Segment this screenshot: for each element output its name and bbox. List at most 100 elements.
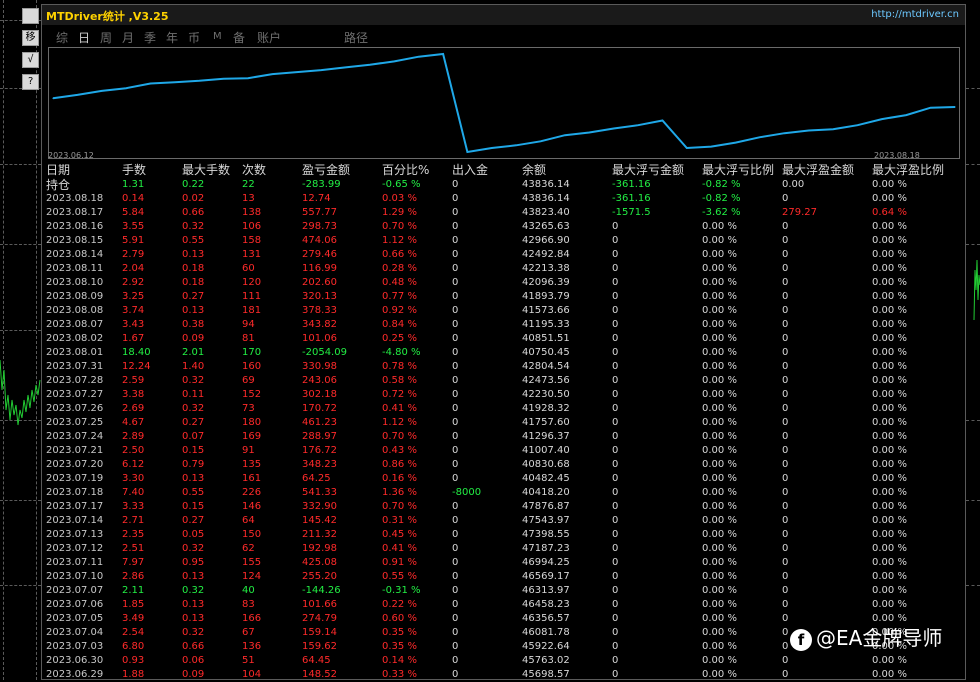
profit-loss-cell: -283.99 [302, 179, 341, 190]
profit-loss-cell: 116.99 [302, 263, 337, 274]
deposit-withdraw-cell: 0 [452, 501, 459, 512]
deposit-withdraw-cell: 0 [452, 431, 459, 442]
max-lots-cell: 0.32 [182, 403, 205, 414]
max-float-loss-cell: 0 [612, 361, 619, 372]
column-header[interactable]: 出入金 [452, 162, 488, 178]
column-header[interactable]: 最大浮亏比例 [702, 162, 774, 178]
lots-cell: 2.59 [122, 375, 145, 386]
column-header[interactable]: 余额 [522, 162, 546, 178]
count-cell: 83 [242, 599, 255, 610]
max-float-loss-pct-cell: 0.00 % [702, 459, 737, 470]
lots-cell: 2.92 [122, 277, 145, 288]
equity-point [588, 131, 590, 134]
profit-loss-cell: 211.32 [302, 529, 337, 540]
count-cell: 60 [242, 263, 255, 274]
tab-overview[interactable]: 综 [56, 29, 68, 46]
column-header[interactable]: 盈亏金额 [302, 162, 350, 178]
period-tabs: 综 日 周 月 季 年 币 M 备 账户 路径 [42, 27, 965, 47]
date-cell: 2023.06.30 [46, 655, 104, 666]
max-float-gain-cell: 0 [782, 347, 789, 358]
deposit-withdraw-cell: 0 [452, 221, 459, 232]
tab-currency[interactable]: 币 [188, 29, 200, 46]
column-header[interactable]: 日期 [46, 162, 70, 178]
equity-point [686, 147, 688, 149]
max-lots-cell: 0.95 [182, 557, 205, 568]
max-float-loss-cell: -1571.5 [612, 207, 651, 218]
tab-path[interactable]: 路径 [344, 29, 368, 46]
help-button[interactable]: ? [22, 74, 39, 90]
deposit-withdraw-cell: 0 [452, 179, 459, 190]
percent-cell: 0.41 % [382, 403, 417, 414]
profit-loss-cell: 101.06 [302, 333, 337, 344]
date-cell: 2023.07.04 [46, 627, 104, 638]
move-button[interactable]: 移 [22, 30, 39, 46]
profit-loss-cell: 348.23 [302, 459, 337, 470]
count-cell: 73 [242, 403, 255, 414]
tab-monthly[interactable]: 月 [122, 29, 134, 46]
date-cell: 2023.07.10 [46, 571, 104, 582]
column-header[interactable]: 手数 [122, 162, 146, 178]
column-header[interactable]: 最大浮亏金额 [612, 162, 684, 178]
max-float-loss-cell: 0 [612, 319, 619, 330]
max-float-loss-cell: 0 [612, 557, 619, 568]
column-header[interactable]: 最大浮盈金额 [782, 162, 854, 178]
max-float-loss-cell: 0 [612, 543, 619, 554]
percent-cell: 0.86 % [382, 459, 417, 470]
lots-cell: 2.71 [122, 515, 145, 526]
tab-daily[interactable]: 日 [78, 29, 90, 46]
tab-quarterly[interactable]: 季 [144, 29, 156, 46]
chart-side-toggle[interactable] [22, 8, 39, 24]
count-cell: 161 [242, 473, 262, 484]
max-lots-cell: 0.02 [182, 193, 205, 204]
equity-point [174, 81, 176, 83]
tab-yearly[interactable]: 年 [166, 29, 178, 46]
max-lots-cell: 2.01 [182, 347, 205, 358]
tab-notes[interactable]: 备 [233, 29, 245, 46]
tab-account[interactable]: 账户 [257, 29, 281, 46]
column-header[interactable]: 次数 [242, 162, 266, 178]
watermark-text: @EA金牌导师 [816, 626, 943, 650]
date-cell: 2023.08.11 [46, 263, 104, 274]
percent-cell: 0.16 % [382, 473, 417, 484]
max-float-gain-cell: 0 [782, 221, 789, 232]
max-float-loss-pct-cell: 0.00 % [702, 389, 737, 400]
percent-cell: -0.31 % [382, 585, 421, 596]
column-header[interactable]: 最大浮盈比例 [872, 162, 944, 178]
equity-point [759, 136, 761, 138]
max-float-gain-cell: 0.00 [782, 179, 805, 190]
max-float-gain-pct-cell: 0.00 % [872, 263, 907, 274]
date-cell: 2023.08.01 [46, 347, 104, 358]
count-cell: 111 [242, 291, 262, 302]
deposit-withdraw-cell: 0 [452, 263, 459, 274]
max-float-loss-cell: 0 [612, 445, 619, 456]
max-float-loss-pct-cell: 0.00 % [702, 235, 737, 246]
chart-start-date: 2023.06.12 [48, 151, 94, 160]
tab-weekly[interactable]: 周 [100, 29, 112, 46]
profit-loss-cell: 298.73 [302, 221, 337, 232]
max-float-loss-pct-cell: 0.00 % [702, 417, 737, 428]
profit-loss-cell: 176.72 [302, 445, 337, 456]
check-button[interactable]: √ [22, 52, 39, 68]
max-float-loss-cell: -361.16 [612, 193, 651, 204]
max-lots-cell: 0.22 [182, 179, 205, 190]
tab-magic[interactable]: M [213, 31, 222, 42]
website-link[interactable]: http://mtdriver.cn [871, 9, 959, 20]
profit-loss-cell: 159.62 [302, 641, 337, 652]
max-lots-cell: 0.05 [182, 529, 205, 540]
balance-cell: 41573.66 [522, 305, 570, 316]
max-float-gain-pct-cell: 0.64 % [872, 207, 907, 218]
percent-cell: 0.60 % [382, 613, 417, 624]
equity-point [930, 107, 932, 109]
max-lots-cell: 0.32 [182, 585, 205, 596]
count-cell: 138 [242, 207, 262, 218]
percent-cell: 0.72 % [382, 389, 417, 400]
date-cell: 2023.07.27 [46, 389, 104, 400]
deposit-withdraw-cell: 0 [452, 459, 459, 470]
column-header[interactable]: 最大手数 [182, 162, 230, 178]
column-header[interactable]: 百分比% [382, 162, 429, 178]
lots-cell: 2.79 [122, 249, 145, 260]
balance-cell: 47398.55 [522, 529, 570, 540]
equity-point [149, 82, 152, 85]
equity-point [125, 87, 127, 89]
profit-loss-cell: 64.25 [302, 473, 331, 484]
